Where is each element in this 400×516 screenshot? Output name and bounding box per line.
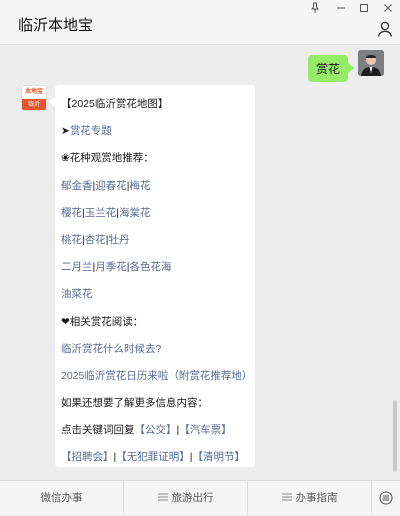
flower-link[interactable]: 各色花海 bbox=[129, 261, 171, 273]
profile-icon[interactable] bbox=[376, 20, 394, 38]
menu-tab-label: 办事指南 bbox=[295, 492, 338, 504]
related-link[interactable]: 临沂赏花什么时候去? bbox=[61, 343, 161, 355]
flower-link[interactable]: 杏花 bbox=[85, 234, 106, 246]
flower-link[interactable]: 海棠花 bbox=[119, 207, 151, 219]
keyword-link[interactable]: 【汽车票】 bbox=[179, 424, 232, 436]
related-link[interactable]: 2025临沂赏花日历来啦（附赏花推荐地） bbox=[61, 370, 252, 382]
menu-tab-label: 微信办事 bbox=[40, 492, 83, 504]
pin-icon[interactable] bbox=[304, 2, 326, 18]
keyword-link[interactable]: 【无犯罪证明】 bbox=[116, 451, 190, 463]
arrow-icon: ➤ bbox=[61, 125, 70, 138]
topic-line: ➤赏花专题 bbox=[61, 118, 255, 145]
keyword-line: 点击关键词回复【公交】|【汽车票】 bbox=[61, 417, 255, 444]
menu-tab-label: 旅游出行 bbox=[171, 492, 214, 504]
maximize-icon[interactable] bbox=[353, 2, 375, 18]
incoming-message: 【2025临沂赏花地图】 ➤赏花专题 ❀花种观赏地推荐： 郁金香|迎春花|梅花 … bbox=[49, 85, 255, 467]
keyword-link[interactable]: 【清明节】 bbox=[192, 451, 245, 463]
flower-link[interactable]: 二月兰 bbox=[61, 261, 93, 273]
flower-row: 桃花|杏花|牡丹 bbox=[61, 227, 255, 254]
flower-link[interactable]: 玉兰花 bbox=[85, 207, 117, 219]
chat-title: 临沂本地宝 bbox=[18, 17, 94, 34]
flower-link[interactable]: 月季花 bbox=[95, 261, 127, 273]
flower-link[interactable]: 郁金香 bbox=[61, 180, 93, 192]
flower-link[interactable]: 桃花 bbox=[61, 234, 82, 246]
spots-title: ❀花种观赏地推荐： bbox=[61, 152, 154, 165]
flower-row: 樱花|玉兰花|海棠花 bbox=[61, 200, 255, 227]
flower-link[interactable]: 迎春花 bbox=[95, 180, 127, 192]
menu-tab-guide[interactable]: 办事指南 bbox=[248, 481, 372, 515]
scrollbar-thumb[interactable] bbox=[393, 400, 397, 472]
related-link-row: 2025临沂赏花日历来啦（附赏花推荐地） bbox=[61, 363, 255, 390]
avatar-label-bottom: 临沂 bbox=[22, 99, 46, 110]
menu-grid-icon bbox=[281, 482, 292, 501]
menu-grid-icon bbox=[157, 482, 168, 501]
flower-row: 油菜花 bbox=[61, 281, 255, 308]
outgoing-message-row: 赏花 bbox=[307, 50, 384, 82]
avatar-label-top: 本地宝 bbox=[22, 86, 46, 99]
official-account-avatar[interactable]: 本地宝 临沂 bbox=[21, 85, 47, 111]
flower-row: 二月兰|月季花|各色花海 bbox=[61, 254, 255, 281]
keyword-link[interactable]: 【招聘会】 bbox=[61, 451, 114, 463]
related-title: ❤相关赏花阅读： bbox=[61, 315, 144, 328]
flower-link[interactable]: 樱花 bbox=[61, 207, 82, 219]
keyword-link[interactable]: 【公交】 bbox=[135, 424, 177, 436]
minimize-icon[interactable] bbox=[330, 2, 352, 18]
menu-tab-wechat-services[interactable]: 微信办事 bbox=[0, 481, 124, 515]
title-bar: 临沂本地宝 bbox=[0, 0, 400, 45]
flower-row: 郁金香|迎春花|梅花 bbox=[61, 173, 255, 200]
keyboard-toggle[interactable] bbox=[372, 481, 400, 515]
more-info-text: 如果还想要了解更多信息内容： bbox=[61, 397, 208, 410]
flower-link[interactable]: 梅花 bbox=[129, 180, 150, 192]
keyword-line: 【招聘会】|【无犯罪证明】|【清明节】 bbox=[61, 444, 255, 471]
topic-link[interactable]: 赏花专题 bbox=[70, 125, 112, 137]
related-link-row: 临沂赏花什么时候去? bbox=[61, 336, 255, 363]
keyword-prefix: 点击关键词回复 bbox=[61, 424, 135, 437]
menu-tab-travel[interactable]: 旅游出行 bbox=[124, 481, 248, 515]
bottom-menu: 微信办事 旅游出行 办事指南 bbox=[0, 480, 400, 515]
flower-link[interactable]: 油菜花 bbox=[61, 288, 93, 300]
flower-link[interactable]: 牡丹 bbox=[108, 234, 129, 246]
message-header: 【2025临沂赏花地图】 bbox=[61, 98, 169, 110]
keyboard-icon bbox=[379, 491, 393, 505]
user-avatar[interactable] bbox=[358, 50, 384, 76]
close-icon[interactable] bbox=[377, 2, 399, 18]
outgoing-message[interactable]: 赏花 bbox=[307, 55, 355, 82]
